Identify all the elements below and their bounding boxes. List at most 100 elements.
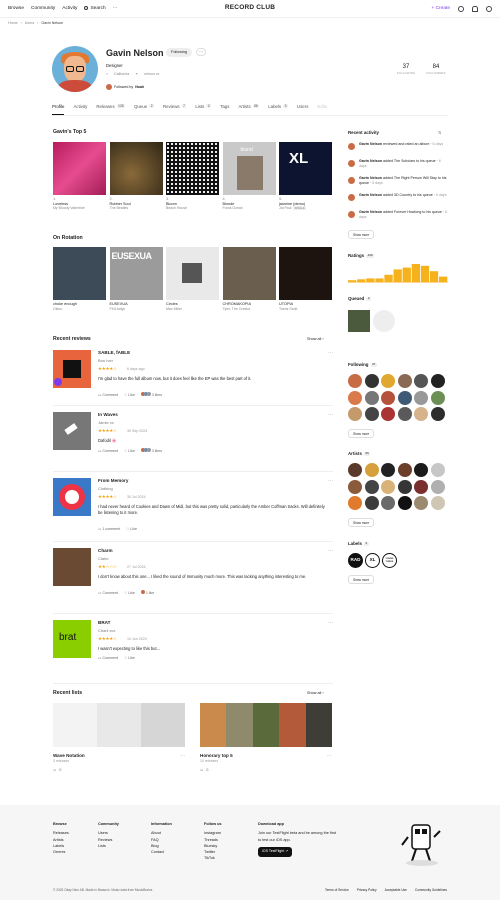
review-album-title[interactable]: BRAT bbox=[98, 620, 110, 626]
tab-activity[interactable]: Activity bbox=[73, 104, 87, 115]
rating-bar[interactable] bbox=[429, 271, 439, 282]
like-button[interactable]: ♡Like bbox=[126, 527, 137, 531]
nav-search[interactable]: Search bbox=[84, 6, 106, 12]
comment-button[interactable]: ▭1 comment bbox=[98, 527, 120, 531]
footer-link[interactable]: TikTok bbox=[204, 855, 222, 861]
artist-avatar[interactable] bbox=[364, 496, 379, 510]
artist-avatar[interactable] bbox=[397, 479, 412, 494]
review-artist[interactable]: Charli xcx bbox=[98, 628, 116, 633]
following-avatar[interactable] bbox=[430, 374, 445, 388]
activity-item[interactable]: Gavin Nelson added The Scholars to his q… bbox=[348, 159, 448, 169]
review-artist[interactable]: Bon Iver bbox=[98, 358, 113, 363]
review-album-title[interactable]: In Waves bbox=[98, 412, 118, 418]
queued-album[interactable] bbox=[348, 310, 370, 332]
rating-bar[interactable] bbox=[357, 279, 366, 282]
review-artist[interactable]: Jamie xx bbox=[98, 420, 114, 425]
artist-avatar[interactable] bbox=[430, 496, 445, 510]
like-button[interactable]: ♡Like bbox=[124, 393, 135, 397]
site-logo[interactable]: RECORD CLUB bbox=[225, 4, 275, 12]
review-album-title[interactable]: SABLE, fABLE bbox=[98, 350, 130, 356]
artist-avatar[interactable] bbox=[364, 479, 379, 494]
activity-item[interactable]: Gavin Nelson added The Right Person Will… bbox=[348, 176, 448, 186]
artist-avatar[interactable] bbox=[348, 496, 362, 510]
artist-avatar[interactable] bbox=[397, 496, 412, 510]
activity-user[interactable]: Gavin Nelson bbox=[359, 193, 382, 197]
like-button[interactable]: ♡Like bbox=[124, 591, 135, 595]
profile-website[interactable]: nelson.cx bbox=[144, 72, 159, 76]
album-card[interactable]: 3. Bloom Beach House bbox=[166, 142, 219, 211]
list-more-button[interactable]: ··· bbox=[327, 753, 332, 759]
album-card[interactable]: Circles Mac Miller bbox=[166, 247, 219, 311]
album-artist-text[interactable]: Mac Miller bbox=[166, 307, 182, 311]
album-artist-text[interactable]: Beach House bbox=[166, 206, 187, 210]
following-avatar[interactable] bbox=[381, 374, 395, 388]
artist-avatar[interactable] bbox=[381, 496, 395, 510]
comment-button[interactable]: ▭Comment bbox=[98, 449, 118, 453]
following-avatar[interactable] bbox=[430, 407, 445, 421]
artist-avatar[interactable] bbox=[381, 479, 395, 494]
testflight-button[interactable]: iOS TestFlight ↗ bbox=[258, 846, 293, 857]
album-artist-text[interactable]: FKA twigs bbox=[110, 307, 126, 311]
review-cover[interactable]: brat bbox=[53, 620, 91, 658]
rating-bar[interactable] bbox=[420, 265, 430, 282]
review-album-title[interactable]: From Memory bbox=[98, 478, 128, 484]
rating-bar[interactable] bbox=[384, 274, 393, 282]
following-avatar[interactable] bbox=[381, 407, 395, 421]
artist-avatar[interactable] bbox=[364, 463, 379, 477]
comment-button[interactable]: ▭Comment bbox=[98, 393, 118, 397]
filter-icon[interactable]: ⇅ bbox=[438, 130, 441, 135]
rating-bar[interactable] bbox=[439, 276, 448, 282]
like-button[interactable]: ♡Like bbox=[124, 656, 135, 660]
likers[interactable]: 3 likes bbox=[140, 448, 162, 453]
review-cover[interactable] bbox=[53, 350, 91, 388]
review-artist[interactable]: Clairo bbox=[98, 556, 108, 561]
footer-link[interactable]: Instagram bbox=[204, 830, 222, 836]
following-avatar[interactable] bbox=[364, 390, 379, 405]
footer-legal-link[interactable]: Acceptable Use bbox=[385, 888, 407, 892]
following-avatar[interactable] bbox=[364, 374, 379, 388]
nav-activity[interactable]: Activity bbox=[62, 6, 77, 12]
rating-bar[interactable] bbox=[393, 269, 402, 282]
review-artist[interactable]: Clothing bbox=[98, 486, 113, 491]
rating-bar[interactable] bbox=[402, 267, 411, 282]
nav-browse[interactable]: Browse bbox=[8, 6, 24, 12]
activity-user[interactable]: Gavin Nelson bbox=[359, 142, 382, 146]
queued-album[interactable] bbox=[373, 310, 395, 332]
review-cover[interactable] bbox=[53, 548, 91, 586]
artist-avatar[interactable] bbox=[414, 496, 428, 510]
comment-icon[interactable]: ▭ bbox=[200, 768, 203, 772]
following-avatar[interactable] bbox=[348, 390, 362, 405]
album-card[interactable]: choke enough Oklou bbox=[53, 247, 106, 311]
tab-reviews[interactable]: Reviews 7 bbox=[163, 104, 187, 115]
tab-releases[interactable]: Releases 128 bbox=[96, 104, 125, 115]
activity-item[interactable]: Gavin Nelson added 3D Country to his que… bbox=[348, 193, 448, 201]
breadcrumb-home[interactable]: Home bbox=[8, 21, 18, 25]
album-card[interactable]: EUSEXUA EUSEXUA FKA twigs bbox=[109, 247, 163, 311]
following-avatar[interactable] bbox=[364, 407, 379, 421]
review-more-button[interactable]: ··· bbox=[328, 350, 333, 356]
tab-labels[interactable]: Labels 3 bbox=[268, 104, 288, 115]
album-card[interactable]: XL 5. jasmine (demo) Jai Paul SINGLE bbox=[279, 142, 332, 211]
list-card[interactable]: Honorary top 5 10 releases ▭ 0 ··· bbox=[200, 703, 333, 773]
footer-legal-link[interactable]: Privacy Policy bbox=[357, 888, 377, 892]
review-cover[interactable] bbox=[53, 478, 91, 516]
review-cover[interactable] bbox=[53, 412, 91, 450]
following-avatar[interactable] bbox=[397, 407, 412, 421]
label-logo[interactable]: RAD bbox=[348, 553, 363, 568]
review-album-title[interactable]: Charm bbox=[98, 548, 113, 554]
labels-show-more[interactable]: Show more bbox=[348, 575, 375, 584]
nav-more-button[interactable]: ··· bbox=[113, 6, 118, 12]
create-button[interactable]: + Create bbox=[431, 6, 450, 12]
artist-avatar[interactable] bbox=[381, 463, 395, 477]
followers-stat[interactable]: 84 FOLLOWERS bbox=[423, 64, 449, 75]
album-artist-text[interactable]: The Beatles bbox=[110, 206, 129, 210]
artist-avatar[interactable] bbox=[397, 463, 412, 477]
artist-avatar[interactable] bbox=[348, 463, 362, 477]
activity-user[interactable]: Gavin Nelson bbox=[359, 159, 382, 163]
rating-bar[interactable] bbox=[375, 278, 384, 282]
rating-bar[interactable] bbox=[366, 278, 375, 282]
lists-show-all[interactable]: Show all › bbox=[307, 691, 324, 696]
review-more-button[interactable]: ··· bbox=[328, 478, 333, 484]
activity-item[interactable]: Gavin Nelson reviewed and rated an album… bbox=[348, 142, 448, 150]
review-more-button[interactable]: ··· bbox=[328, 412, 333, 418]
